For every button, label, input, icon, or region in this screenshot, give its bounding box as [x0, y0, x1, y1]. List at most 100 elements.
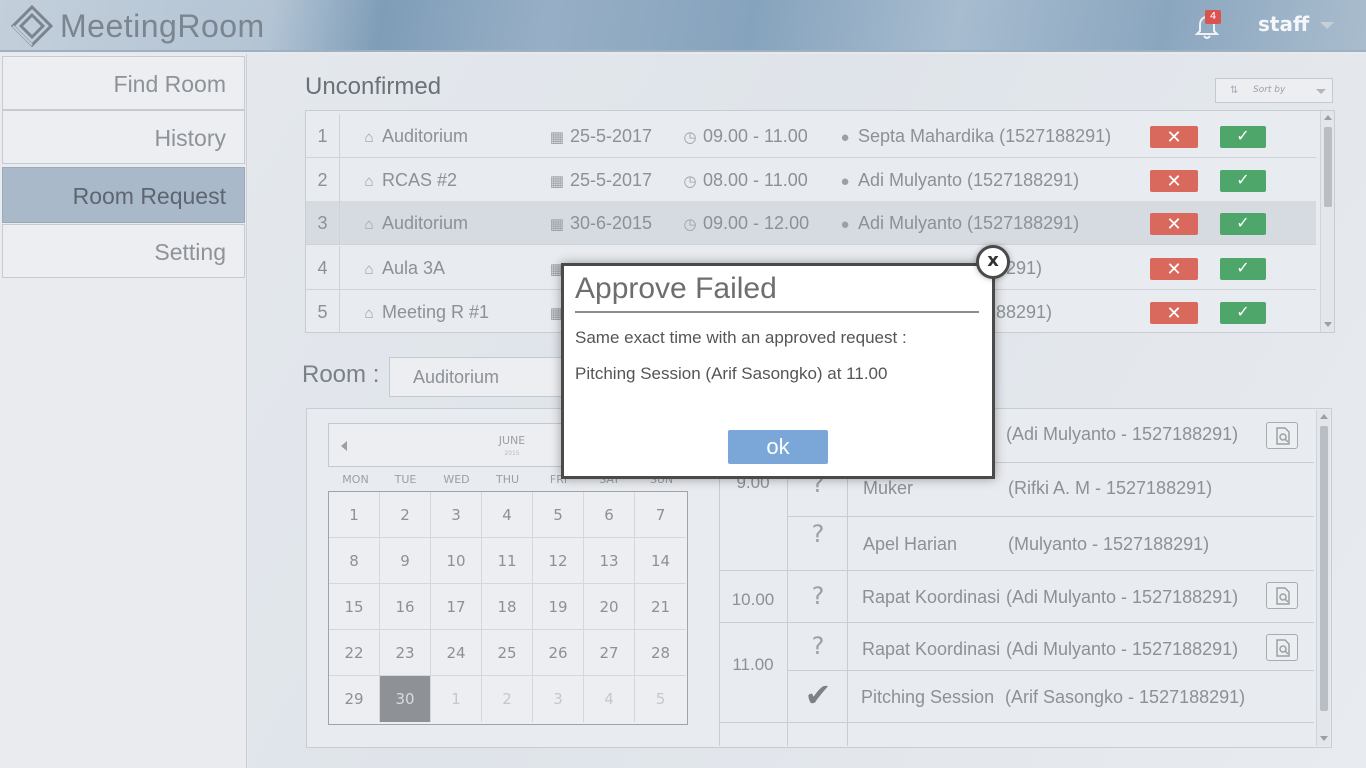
calendar-day[interactable]: 22: [329, 630, 380, 676]
sort-icon: ⇅: [1230, 85, 1239, 96]
row-number: 1: [306, 114, 340, 158]
divider: [787, 462, 788, 746]
calendar-day[interactable]: 7: [635, 492, 686, 538]
scroll-up-icon[interactable]: [1320, 414, 1328, 419]
weekday-label: WED: [443, 473, 470, 486]
user-menu[interactable]: staff: [1258, 12, 1309, 36]
requester-cell: ● Septa Mahardika (1527188291): [836, 114, 1111, 158]
calendar-day[interactable]: 12: [533, 538, 584, 584]
schedule-person: (Adi Mulyanto - 1527188291): [1006, 424, 1239, 444]
calendar-day[interactable]: 18: [482, 584, 533, 630]
request-row-selected: 3 ⌂ Auditorium ▦ 30-6-2015 ◷ 09.00 - 12.00 …: [306, 201, 1316, 245]
close-dialog-button[interactable]: x: [976, 245, 1010, 279]
calendar-day-next-month[interactable]: 1: [431, 676, 482, 722]
reject-button[interactable]: ✕: [1150, 258, 1198, 280]
divider: [787, 516, 1314, 517]
calendar-day-next-month[interactable]: 5: [635, 676, 686, 722]
time-cell: ◷ 09.00 - 11.00: [681, 114, 807, 158]
calendar-day[interactable]: 26: [533, 630, 584, 676]
calendar-day[interactable]: 15: [329, 584, 380, 630]
room-icon: ⌂: [364, 129, 374, 146]
divider: [847, 462, 848, 746]
sidebar-item-find-room[interactable]: Find Room: [2, 56, 245, 110]
schedule-person: (Rifki A. M - 1527188291): [1008, 478, 1213, 498]
request-date: 25-5-2017: [570, 126, 653, 146]
scroll-down-icon[interactable]: [1320, 736, 1328, 741]
scrollbar-thumb[interactable]: [1320, 426, 1328, 711]
calendar-day[interactable]: 9: [380, 538, 431, 584]
row-number: 5: [306, 290, 340, 332]
approve-button[interactable]: ✓: [1220, 258, 1266, 280]
requester-name: Septa Mahardika (1527188291): [858, 126, 1112, 146]
dialog-title: Approve Failed: [575, 272, 777, 305]
room-filter-label: Room :: [302, 361, 380, 388]
approve-button[interactable]: ✓: [1220, 302, 1266, 324]
requester-cell: 291): [1006, 246, 1042, 290]
calendar-day[interactable]: 24: [431, 630, 482, 676]
calendar-day[interactable]: 2: [380, 492, 431, 538]
calendar-day-next-month[interactable]: 4: [584, 676, 635, 722]
user-menu-caret-icon[interactable]: [1320, 22, 1334, 29]
scroll-up-icon[interactable]: [1324, 115, 1332, 120]
calendar-day[interactable]: 25: [482, 630, 533, 676]
approve-button[interactable]: ✓: [1220, 126, 1266, 148]
scrollbar-thumb[interactable]: [1324, 127, 1332, 207]
calendar-day[interactable]: 8: [329, 538, 380, 584]
approve-button[interactable]: ✓: [1220, 170, 1266, 192]
calendar-day[interactable]: 1: [329, 492, 380, 538]
schedule-event: Rapat Koordinasi: [862, 639, 1001, 659]
calendar-day[interactable]: 16: [380, 584, 431, 630]
user-icon: ●: [840, 173, 850, 190]
calendar-day[interactable]: 27: [584, 630, 635, 676]
room-name: Aula 3A: [382, 258, 446, 278]
app-header: MeetingRoom 4 staff: [0, 0, 1366, 52]
calendar-day[interactable]: 11: [482, 538, 533, 584]
calendar-day[interactable]: 5: [533, 492, 584, 538]
approved-check-icon: ✔: [804, 676, 832, 714]
unconfirmed-scrollbar[interactable]: [1320, 111, 1334, 332]
ok-button[interactable]: ok: [728, 430, 828, 464]
room-cell: ⌂ Auditorium: [360, 114, 468, 158]
approve-button[interactable]: ✓: [1220, 213, 1266, 235]
document-view-icon[interactable]: [1266, 582, 1298, 609]
request-date: 25-5-2017: [570, 170, 653, 190]
sidebar-item-setting[interactable]: Setting: [2, 224, 245, 278]
clock-icon: ◷: [683, 173, 697, 190]
calendar-day[interactable]: 3: [431, 492, 482, 538]
room-icon: ⌂: [364, 173, 374, 190]
calendar-day[interactable]: 13: [584, 538, 635, 584]
reject-button[interactable]: ✕: [1150, 302, 1198, 324]
dialog-divider: [575, 311, 979, 313]
sort-by-label: Sort by: [1253, 85, 1286, 95]
section-title-unconfirmed: Unconfirmed: [305, 73, 442, 100]
calendar-day-next-month[interactable]: 3: [533, 676, 584, 722]
calendar-day[interactable]: 20: [584, 584, 635, 630]
calendar-day[interactable]: 14: [635, 538, 686, 584]
pending-status-icon: ?: [811, 520, 825, 548]
calendar-day[interactable]: 4: [482, 492, 533, 538]
scroll-down-icon[interactable]: [1324, 322, 1332, 327]
calendar-day[interactable]: 23: [380, 630, 431, 676]
app-logo[interactable]: MeetingRoom: [10, 4, 265, 48]
sidebar-item-room-request[interactable]: Room Request: [2, 167, 245, 223]
calendar-day[interactable]: 19: [533, 584, 584, 630]
calendar-day[interactable]: 21: [635, 584, 686, 630]
calendar-day[interactable]: 28: [635, 630, 686, 676]
calendar-day[interactable]: 29: [329, 676, 380, 722]
document-view-icon[interactable]: [1266, 634, 1298, 661]
calendar-day[interactable]: 6: [584, 492, 635, 538]
calendar-day[interactable]: 17: [431, 584, 482, 630]
calendar-day-selected[interactable]: 30: [380, 676, 431, 722]
pending-status-icon: ?: [811, 632, 825, 660]
sort-by-select[interactable]: ⇅ Sort by: [1215, 78, 1333, 103]
sidebar-item-history[interactable]: History: [2, 110, 245, 164]
document-view-icon[interactable]: [1266, 422, 1298, 449]
divider: [719, 722, 1314, 723]
schedule-scrollbar[interactable]: [1316, 410, 1330, 746]
reject-button[interactable]: ✕: [1150, 170, 1198, 192]
calendar-day[interactable]: 10: [431, 538, 482, 584]
schedule-event: Muker: [863, 478, 914, 498]
reject-button[interactable]: ✕: [1150, 126, 1198, 148]
reject-button[interactable]: ✕: [1150, 213, 1198, 235]
calendar-day-next-month[interactable]: 2: [482, 676, 533, 722]
